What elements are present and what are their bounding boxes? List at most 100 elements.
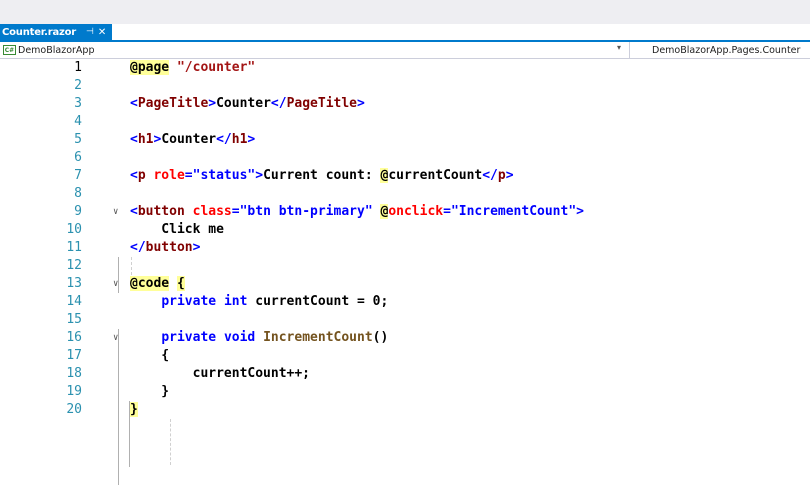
code-line[interactable]: 10 Click me xyxy=(0,221,810,239)
code-token: } xyxy=(130,384,170,399)
fold-toggle-icon[interactable]: ∨ xyxy=(113,329,123,347)
code-text: <h1>Counter</h1> xyxy=(130,131,255,149)
tab-counter-razor[interactable]: Counter.razor ⊣ ✕ xyxy=(0,24,113,40)
code-token: class xyxy=(192,204,232,219)
code-token: { xyxy=(176,276,185,291)
tab-title: Counter.razor xyxy=(2,26,77,38)
code-token: "status" xyxy=(192,168,256,183)
code-token: = xyxy=(184,168,193,183)
code-token: PageTitle xyxy=(137,96,209,111)
code-text: <p role="status">Current count: @current… xyxy=(130,167,514,185)
code-token: currentCount = 0; xyxy=(247,294,389,309)
code-text: @page "/counter" xyxy=(130,59,255,77)
code-token: button xyxy=(137,204,185,219)
code-token: () xyxy=(372,330,389,345)
code-token: Click me xyxy=(130,222,224,237)
fold-toggle-icon[interactable]: ∨ xyxy=(113,275,123,293)
code-token: </ xyxy=(130,240,146,255)
line-number: 7 xyxy=(74,168,82,183)
code-line[interactable]: 13 ∨ @code { xyxy=(0,275,810,293)
pin-icon[interactable]: ⊣ xyxy=(86,27,94,37)
code-token: "/counter" xyxy=(176,60,256,75)
fold-toggle-icon[interactable]: ∨ xyxy=(113,203,123,221)
code-line[interactable]: 2 xyxy=(0,77,810,95)
line-number: 11 xyxy=(66,240,82,255)
line-number: 14 xyxy=(66,294,82,309)
code-line[interactable]: 12 xyxy=(0,257,810,275)
member-dropdown[interactable]: DemoBlazorApp.Pages.Counter xyxy=(652,42,800,58)
code-line[interactable]: 15 xyxy=(0,311,810,329)
code-line[interactable]: 20} xyxy=(0,401,810,419)
code-token: Counter xyxy=(161,132,217,147)
code-token: = xyxy=(231,204,240,219)
code-token: < xyxy=(130,96,138,111)
line-number: 17 xyxy=(66,348,82,363)
member-name: DemoBlazorApp.Pages.Counter xyxy=(652,44,801,56)
code-token: </ xyxy=(482,168,498,183)
project-dropdown[interactable]: C# DemoBlazorApp ▾ xyxy=(0,42,630,58)
line-number: 18 xyxy=(66,366,82,381)
code-line[interactable]: 4 xyxy=(0,113,810,131)
code-line[interactable]: 3 <PageTitle>Counter</PageTitle> xyxy=(0,95,810,113)
code-line[interactable]: 17 { xyxy=(0,347,810,365)
code-token: void xyxy=(223,330,256,345)
chevron-down-icon[interactable]: ▾ xyxy=(617,43,621,52)
code-token: > xyxy=(255,168,264,183)
code-token: private xyxy=(161,294,217,309)
code-text: <button class="btn btn-primary" @onclick… xyxy=(130,203,584,221)
code-token: > xyxy=(208,96,217,111)
code-token: role xyxy=(153,168,185,183)
code-line[interactable]: 5 <h1>Counter</h1> xyxy=(0,131,810,149)
code-token: Counter xyxy=(216,96,271,111)
code-token: > xyxy=(576,204,584,219)
code-token: < xyxy=(130,204,138,219)
line-number: 1 xyxy=(74,60,82,75)
line-number: 6 xyxy=(74,150,82,165)
code-line[interactable]: 6 xyxy=(0,149,810,167)
code-token: > xyxy=(505,168,514,183)
line-number: 4 xyxy=(74,114,82,129)
code-token: = xyxy=(443,204,451,219)
code-line[interactable]: 7 <p role="status">Current count: @curren… xyxy=(0,167,810,185)
code-token: onclick xyxy=(388,204,444,219)
code-line[interactable]: 14 private int currentCount = 0; xyxy=(0,293,810,311)
code-line[interactable]: 16 ∨ private void IncrementCount() xyxy=(0,329,810,347)
line-number: 20 xyxy=(66,402,82,417)
code-editor[interactable]: 1 @page "/counter" 2 3 <PageTitle>Counter</P… xyxy=(0,59,810,487)
code-text: @code { xyxy=(130,275,185,293)
code-text: } xyxy=(130,383,169,401)
code-token: @page xyxy=(130,60,170,75)
code-token: button xyxy=(145,240,193,255)
code-token: p xyxy=(497,168,506,183)
code-line[interactable]: 8 xyxy=(0,185,810,203)
code-token: { xyxy=(130,348,170,363)
code-line[interactable]: 1 @page "/counter" xyxy=(0,59,810,77)
line-number: 16 xyxy=(66,330,82,345)
code-line[interactable]: 9 ∨ <button class="btn btn-primary" @oncli… xyxy=(0,203,810,221)
code-text: Click me xyxy=(130,221,224,239)
code-token: currentCount++; xyxy=(130,366,311,381)
project-name: DemoBlazorApp xyxy=(18,44,95,56)
line-number: 2 xyxy=(74,78,82,93)
code-text: { xyxy=(130,347,169,365)
line-number: 12 xyxy=(66,258,82,273)
code-text: </button> xyxy=(130,239,200,257)
code-line[interactable]: 19 } xyxy=(0,383,810,401)
csharp-project-icon: C# xyxy=(3,45,16,55)
code-line[interactable]: 11 </button> xyxy=(0,239,810,257)
navigation-bar: C# DemoBlazorApp ▾ DemoBlazorApp.Pages.C… xyxy=(0,42,810,59)
code-token: IncrementCount xyxy=(263,330,373,345)
code-token: h1 xyxy=(231,132,248,147)
code-token: > xyxy=(247,132,256,147)
code-line[interactable]: 18 currentCount++; xyxy=(0,365,810,383)
line-number: 15 xyxy=(66,312,82,327)
code-token: < xyxy=(130,132,138,147)
close-icon[interactable]: ✕ xyxy=(98,27,106,38)
line-number: 13 xyxy=(66,276,82,291)
code-text: } xyxy=(130,401,138,419)
code-text: currentCount++; xyxy=(130,365,310,383)
